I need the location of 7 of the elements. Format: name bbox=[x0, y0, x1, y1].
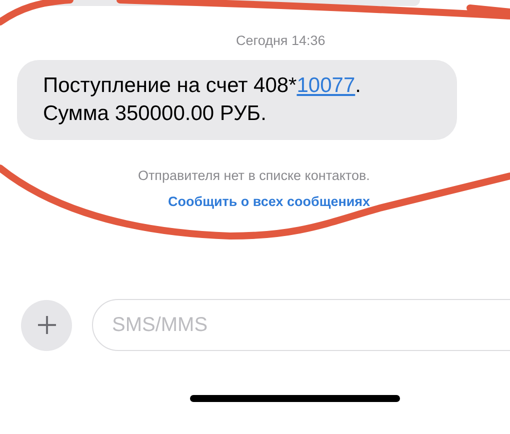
report-link[interactable]: Сообщить о всех сообщениях bbox=[168, 194, 370, 209]
plus-icon bbox=[36, 315, 56, 335]
message-input[interactable]: SMS/MMS bbox=[92, 299, 510, 351]
account-link[interactable]: 10077 bbox=[296, 74, 356, 97]
sender-notice: Отправителя нет в списке контактов. bbox=[138, 168, 371, 183]
message-timestamp: Сегодня 14:36 bbox=[236, 33, 326, 48]
message-text: Поступление на счет 408*10077. Сумма 350000.00 РУБ. bbox=[43, 73, 362, 127]
